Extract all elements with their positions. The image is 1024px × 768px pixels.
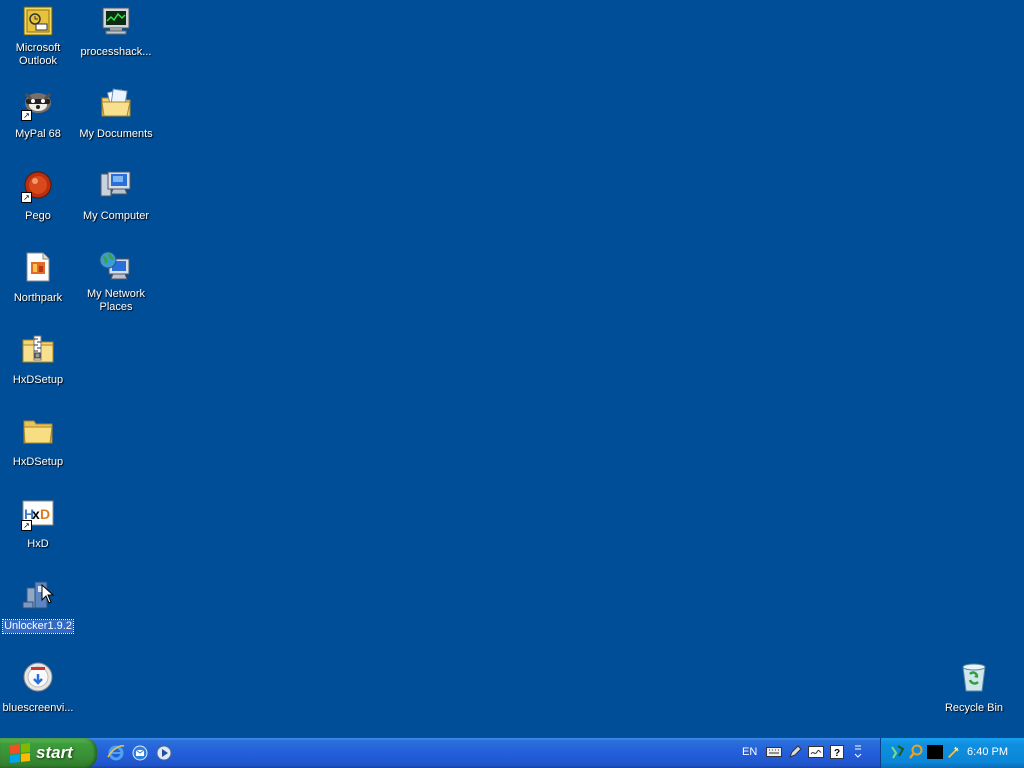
- desktop-icon-hxdsetup-zip[interactable]: HxDSetup: [0, 332, 76, 388]
- search-icon[interactable]: [908, 744, 924, 760]
- desktop-icon-label: My Documents: [79, 128, 153, 140]
- shortcut-arrow-icon: ↗: [21, 192, 32, 203]
- desktop-icon-label: Pego: [25, 210, 51, 222]
- desktop-icon-pego[interactable]: ↗ Pego: [0, 168, 76, 224]
- windows-logo-icon: [10, 742, 30, 764]
- desktop-icon-label: Unlocker1.9.2: [2, 619, 74, 634]
- keyboard-icon[interactable]: [766, 744, 782, 760]
- desktop-icon-outlook[interactable]: Microsoft Outlook: [0, 4, 76, 69]
- desktop-icon-label: HxDSetup: [12, 456, 64, 468]
- desktop-icon-label: MyPal 68: [15, 128, 61, 140]
- start-button[interactable]: start: [0, 738, 97, 768]
- media-player-icon[interactable]: [154, 743, 173, 762]
- cleanup-icon[interactable]: [946, 744, 962, 760]
- desktop-icon-bluescreenview[interactable]: bluescreenvi...: [0, 660, 76, 716]
- desktop-icon-mypal[interactable]: ↗ MyPal 68: [0, 86, 76, 142]
- desktop-icon-my-documents[interactable]: My Documents: [78, 86, 154, 142]
- desktop-icon-label: HxD: [27, 538, 49, 550]
- process-hacker-icon: [99, 4, 133, 38]
- desktop-icon-hxd[interactable]: HxD ↗ HxD: [0, 496, 76, 552]
- system-tray: 6:40 PM: [880, 738, 1024, 768]
- desktop-icon-unlocker[interactable]: Unlocker1.9.2: [0, 578, 76, 634]
- bluescreenview-icon: [21, 660, 55, 694]
- mouse-cursor-icon: [41, 584, 55, 604]
- my-computer-icon: [99, 168, 133, 202]
- svg-text:x: x: [32, 506, 40, 522]
- options-icon[interactable]: [850, 744, 866, 760]
- unlocker-installer-icon: [21, 578, 55, 612]
- internet-explorer-icon[interactable]: [106, 743, 125, 762]
- svg-text:?: ?: [834, 748, 840, 759]
- desktop-icon-label: HxDSetup: [12, 374, 64, 386]
- desktop-icon-label: My Network Places: [86, 288, 146, 313]
- network-icon[interactable]: [889, 744, 905, 760]
- folder-icon: [21, 414, 55, 448]
- hxd-icon: HxD ↗: [21, 496, 55, 531]
- pego-icon: ↗: [21, 168, 55, 203]
- outlook-icon: [21, 4, 55, 38]
- desktop-icon-label: bluescreenvi...: [2, 702, 74, 714]
- shortcut-arrow-icon: ↗: [21, 520, 32, 531]
- desktop-icon-processhacker[interactable]: processhack...: [78, 4, 154, 60]
- zip-folder-icon: [21, 332, 55, 366]
- clock[interactable]: 6:40 PM: [967, 746, 1008, 758]
- my-documents-icon: [99, 86, 133, 120]
- tray-icons: [889, 744, 962, 760]
- quick-launch-bar: [106, 743, 173, 762]
- shortcut-arrow-icon: ↗: [21, 110, 32, 121]
- desktop-icon-label: Recycle Bin: [944, 702, 1004, 714]
- desktop-icon-hxdsetup-folder[interactable]: HxDSetup: [0, 414, 76, 470]
- help-icon[interactable]: ?: [829, 744, 845, 760]
- handwriting-icon[interactable]: [808, 744, 824, 760]
- pen-icon[interactable]: [787, 744, 803, 760]
- northpark-icon: [21, 250, 55, 284]
- desktop-icon-network-places[interactable]: My Network Places: [78, 250, 154, 315]
- language-bar-tools: ?: [766, 744, 866, 760]
- outlook-express-icon[interactable]: [130, 743, 149, 762]
- svg-text:D: D: [40, 506, 50, 522]
- terminal-icon[interactable]: [927, 744, 943, 760]
- recycle-bin-icon: [957, 660, 991, 694]
- network-places-icon: [99, 250, 133, 284]
- desktop[interactable]: Microsoft Outlook processhack... ↗ MyPal…: [0, 0, 1024, 738]
- desktop-icon-label: Microsoft Outlook: [15, 42, 61, 67]
- start-label: start: [36, 743, 73, 762]
- language-indicator[interactable]: EN: [742, 746, 757, 758]
- desktop-icon-recycle-bin[interactable]: Recycle Bin: [936, 660, 1012, 716]
- desktop-icon-label: processhack...: [80, 46, 152, 58]
- desktop-icon-northpark[interactable]: Northpark: [0, 250, 76, 306]
- desktop-icon-label: My Computer: [82, 210, 150, 222]
- mypal-icon: ↗: [21, 86, 55, 121]
- desktop-icon-label: Northpark: [13, 292, 63, 304]
- taskbar: start EN ? 6:40 PM: [0, 738, 1024, 768]
- desktop-icon-my-computer[interactable]: My Computer: [78, 168, 154, 224]
